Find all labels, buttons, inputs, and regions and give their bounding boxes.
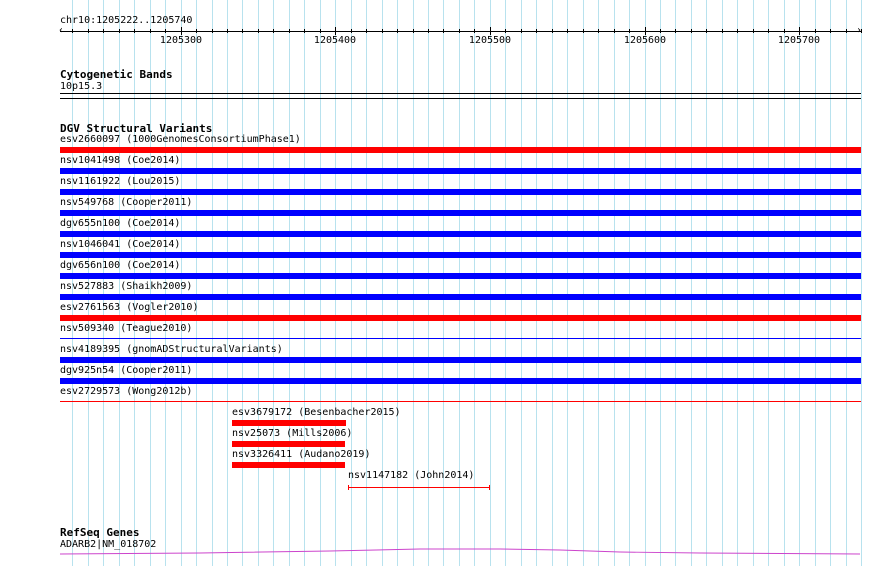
refseq-gene-line[interactable] — [0, 0, 890, 566]
genome-browser: chr10:1205222..1205740 ‹ › 1205300 120540… — [0, 0, 890, 566]
